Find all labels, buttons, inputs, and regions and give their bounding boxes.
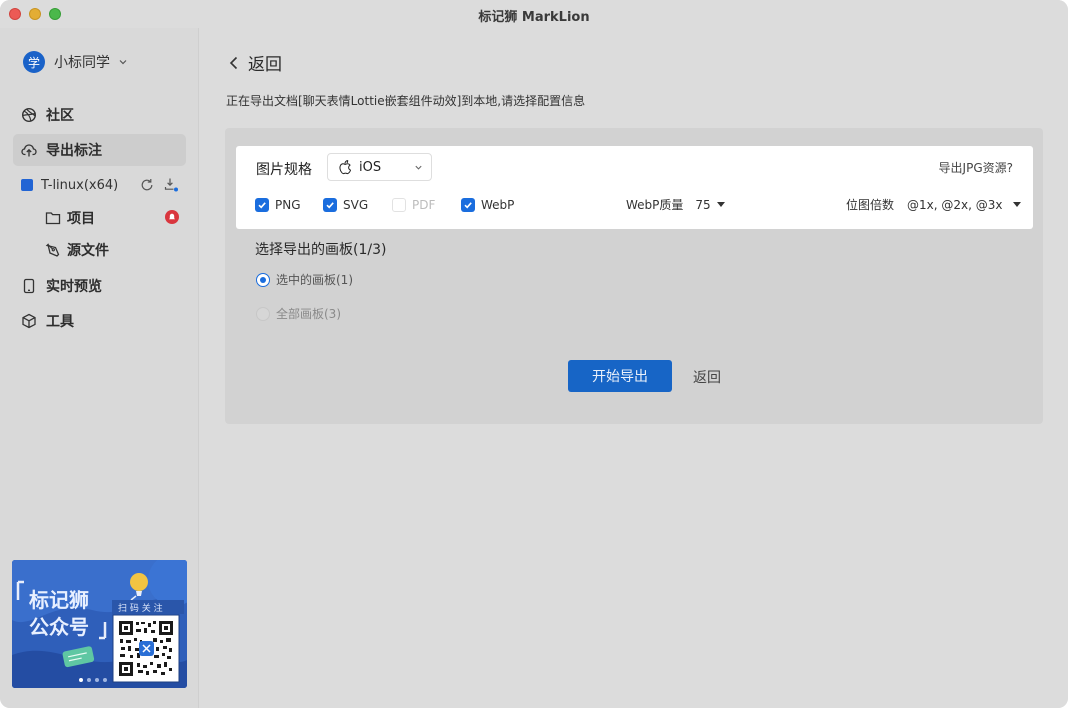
sidebar: 学 小标同学 社区 导出标注 T-linux(x64) 项目 源文件 实时预览 … [0, 0, 199, 708]
sidebar-item-export[interactable]: 导出标注 [13, 134, 186, 166]
format-pdf-checkbox[interactable]: PDF [392, 197, 435, 213]
bitmap-scale-select[interactable]: 位图倍数 @1x, @2x, @3x [846, 196, 1022, 213]
format-svg-checkbox[interactable]: SVG [323, 197, 368, 213]
image-spec-card: 图片规格 iOS 导出JPG资源? PNG SVG PDF WebP WebP质… [236, 146, 1033, 229]
checkmark-icon [464, 202, 472, 209]
caret-down-icon [716, 202, 725, 207]
bitmap-scale-label: 位图倍数 [846, 198, 895, 212]
radio-label: 全部画板(3) [276, 307, 341, 321]
main-content: 返回 正在导出文档[聊天表情Lottie嵌套组件动效]到本地,请选择配置信息 选… [200, 28, 1068, 708]
download-icon[interactable] [164, 177, 178, 192]
sidebar-item-tools[interactable]: 工具 [13, 305, 186, 337]
format-label: WebP [481, 198, 515, 212]
project-item[interactable]: T-linux(x64) [21, 176, 186, 194]
caret-down-icon [1013, 202, 1022, 207]
format-png-checkbox[interactable]: PNG [255, 197, 301, 213]
project-color-dot [21, 179, 33, 191]
radio-selected-artboards[interactable]: 选中的画板(1) [256, 271, 353, 288]
format-webp-checkbox[interactable]: WebP [461, 197, 514, 213]
checkmark-icon [258, 202, 266, 209]
sidebar-item-label: 项目 [67, 211, 95, 227]
folder-icon [45, 212, 61, 225]
banner-title-1: 标记狮 [29, 588, 89, 612]
user-name: 小标同学 [54, 55, 110, 71]
wechat-promo-banner[interactable]: 标记狮 公众号 扫 码 关 注 [12, 560, 187, 688]
format-label: SVG [343, 198, 369, 212]
basketball-icon [21, 107, 37, 123]
banner-scan-text: 扫 码 关 注 [118, 602, 163, 614]
webp-quality-select[interactable]: WebP质量 75 [626, 196, 725, 213]
window-title: 标记狮 MarkLion [478, 10, 590, 25]
refresh-icon[interactable] [140, 178, 154, 192]
checkbox-checked[interactable] [323, 198, 337, 212]
sidebar-item-label: 源文件 [67, 243, 109, 259]
apple-icon [339, 160, 352, 175]
sidebar-item-source-files[interactable]: 源文件 [45, 240, 109, 260]
webp-quality-value: 75 [695, 197, 711, 212]
avatar: 学 [23, 51, 45, 73]
chevron-down-icon [119, 60, 127, 65]
checkbox-checked[interactable] [255, 198, 269, 212]
start-export-button[interactable]: 开始导出 [568, 360, 672, 392]
image-spec-label: 图片规格 [256, 162, 312, 178]
radio-all-artboards[interactable]: 全部画板(3) [256, 305, 341, 322]
alert-badge [165, 210, 179, 224]
cube-icon [22, 313, 36, 329]
back-nav[interactable]: 返回 [228, 50, 282, 75]
sidebar-item-label: 工具 [46, 314, 74, 330]
format-label: PNG [275, 198, 301, 212]
back-label: 返回 [248, 55, 282, 75]
chevron-down-icon [415, 165, 422, 170]
sidebar-item-live-preview[interactable]: 实时预览 [13, 270, 186, 302]
title-bar: 标记狮 MarkLion [0, 0, 1068, 28]
artboard-section-title: 选择导出的画板(1/3) [255, 242, 387, 258]
sidebar-item-community[interactable]: 社区 [13, 99, 186, 131]
format-label: PDF [412, 198, 436, 212]
sidebar-item-label: 实时预览 [46, 279, 102, 295]
platform-value: iOS [359, 159, 382, 175]
radio-button-off[interactable] [256, 306, 270, 321]
checkbox-unchecked[interactable] [392, 198, 406, 212]
checkbox-checked[interactable] [461, 198, 475, 212]
sidebar-item-project[interactable]: 项目 [45, 208, 95, 228]
export-description: 正在导出文档[聊天表情Lottie嵌套组件动效]到本地,请选择配置信息 [226, 94, 586, 108]
platform-select[interactable]: iOS [327, 153, 432, 181]
project-name: T-linux(x64) [41, 177, 119, 193]
bell-icon [169, 213, 175, 220]
sidebar-item-label: 导出标注 [46, 143, 102, 159]
export-jpg-link[interactable]: 导出JPG资源? [939, 159, 1013, 176]
chevron-left-icon [229, 56, 238, 69]
banner-graphic: 标记狮 公众号 扫 码 关 注 [12, 560, 187, 688]
webp-quality-label: WebP质量 [626, 198, 684, 212]
phone-icon [23, 278, 35, 294]
pen-tool-icon [45, 243, 60, 257]
sidebar-item-label: 社区 [46, 108, 74, 124]
user-menu[interactable]: 学 小标同学 [23, 51, 128, 73]
cloud-upload-icon [21, 144, 37, 157]
checkmark-icon [326, 202, 334, 209]
app-window: 学 小标同学 社区 导出标注 T-linux(x64) 项目 源文件 实时预览 … [0, 0, 1068, 708]
banner-title-2: 公众号 [29, 615, 89, 639]
radio-label: 选中的画板(1) [276, 273, 353, 287]
radio-button-on[interactable] [256, 272, 270, 287]
bitmap-scale-value: @1x, @2x, @3x [907, 197, 1003, 212]
cancel-back-button[interactable]: 返回 [693, 367, 721, 387]
